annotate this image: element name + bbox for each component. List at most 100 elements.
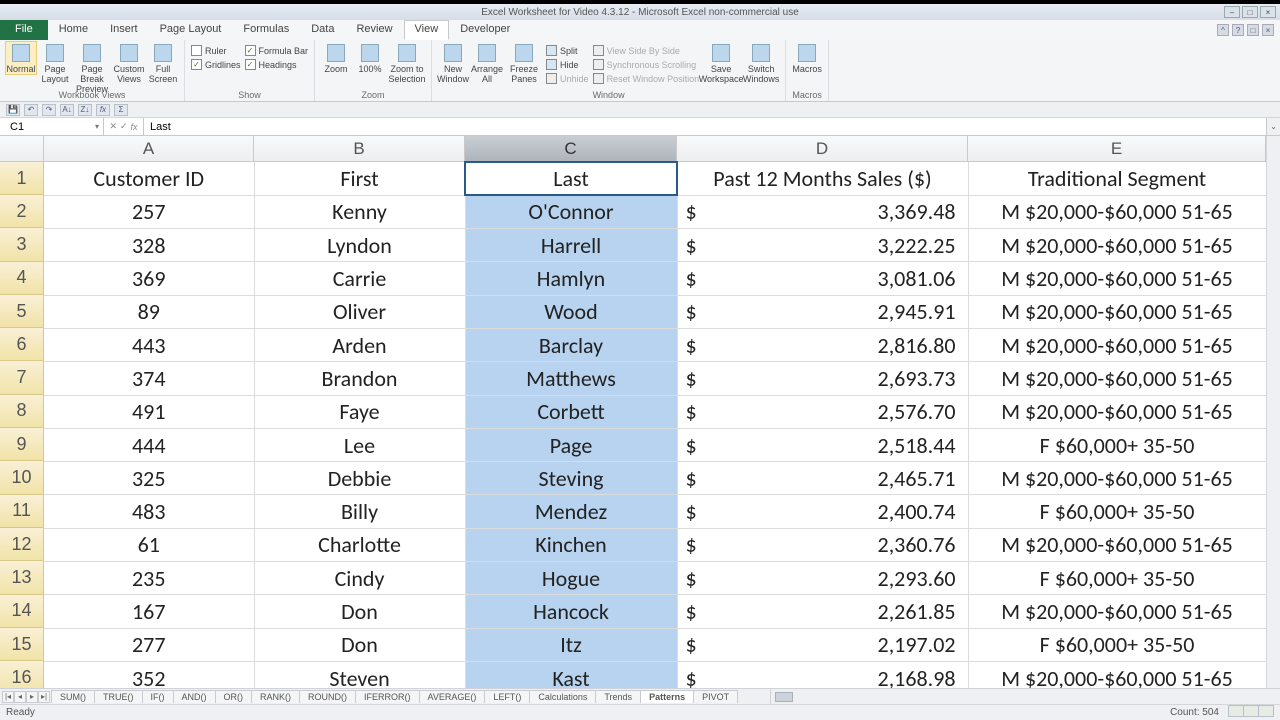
cell[interactable]: Barclay	[465, 328, 677, 361]
column-header-B[interactable]: B	[254, 136, 465, 162]
tab-review[interactable]: Review	[345, 20, 403, 40]
cell[interactable]: $2,197.02	[677, 628, 968, 661]
freeze-panes-button[interactable]: Freeze Panes	[506, 42, 542, 84]
tab-developer[interactable]: Developer	[449, 20, 521, 40]
tab-formulas[interactable]: Formulas	[232, 20, 300, 40]
column-header-D[interactable]: D	[677, 136, 968, 162]
cell[interactable]: $2,465.71	[677, 462, 968, 495]
header-cell[interactable]: First	[254, 162, 465, 195]
row-header-11[interactable]: 11	[0, 495, 44, 528]
row-header-10[interactable]: 10	[0, 461, 44, 494]
cell[interactable]: $2,693.73	[677, 362, 968, 395]
cell[interactable]: M $20,000-$60,000 51-65	[968, 295, 1266, 328]
row-header-15[interactable]: 15	[0, 628, 44, 661]
sheet-tab[interactable]: SUM()	[51, 690, 95, 703]
cell[interactable]: 352	[44, 661, 254, 688]
row-header-9[interactable]: 9	[0, 428, 44, 461]
sigma-icon[interactable]: Σ	[114, 104, 128, 116]
cell[interactable]: M $20,000-$60,000 51-65	[968, 229, 1266, 262]
cell[interactable]: Billy	[254, 495, 465, 528]
cell[interactable]: $2,293.60	[677, 562, 968, 595]
gridlines-checkbox[interactable]: ✓Gridlines	[191, 59, 241, 70]
cell[interactable]: $2,576.70	[677, 395, 968, 428]
sheet-tab[interactable]: AVERAGE()	[419, 690, 486, 703]
hide-button[interactable]: Hide	[546, 59, 589, 70]
formula-bar-checkbox[interactable]: ✓Formula Bar	[245, 45, 309, 56]
cell[interactable]: 277	[44, 628, 254, 661]
undo-icon[interactable]: ↶	[24, 104, 38, 116]
cell[interactable]: Debbie	[254, 462, 465, 495]
cell[interactable]: Harrell	[465, 229, 677, 262]
cell[interactable]: F $60,000+ 35-50	[968, 428, 1266, 461]
cell[interactable]: Carrie	[254, 262, 465, 295]
cell[interactable]: $3,369.48	[677, 195, 968, 228]
cell[interactable]: Lyndon	[254, 229, 465, 262]
cell[interactable]: M $20,000-$60,000 51-65	[968, 661, 1266, 688]
tab-file[interactable]: File	[0, 20, 48, 40]
formula-input[interactable]: Last	[144, 118, 1266, 135]
cell[interactable]: 483	[44, 495, 254, 528]
row-header-14[interactable]: 14	[0, 595, 44, 628]
fx-icon[interactable]: fx	[96, 104, 110, 116]
select-all-corner[interactable]	[0, 136, 44, 162]
minimize-button[interactable]: –	[1224, 6, 1240, 18]
sheet-tab[interactable]: IFERROR()	[355, 690, 420, 703]
sheet-tab[interactable]: PIVOT	[693, 690, 738, 703]
column-header-A[interactable]: A	[44, 136, 254, 162]
header-cell[interactable]: Traditional Segment	[968, 162, 1266, 195]
cell[interactable]: 369	[44, 262, 254, 295]
row-header-3[interactable]: 3	[0, 228, 44, 261]
cell[interactable]: Itz	[465, 628, 677, 661]
cell[interactable]: F $60,000+ 35-50	[968, 562, 1266, 595]
row-header-2[interactable]: 2	[0, 195, 44, 228]
cell[interactable]: 443	[44, 328, 254, 361]
zoom-selection-button[interactable]: Zoom to Selection	[389, 42, 425, 84]
column-header-C[interactable]: C	[465, 136, 677, 162]
help-icon[interactable]: ?	[1232, 24, 1244, 36]
header-cell[interactable]: Last	[465, 162, 677, 195]
row-header-1[interactable]: 1	[0, 162, 44, 195]
cell[interactable]: Hogue	[465, 562, 677, 595]
cell[interactable]: Wood	[465, 295, 677, 328]
row-header-4[interactable]: 4	[0, 262, 44, 295]
header-cell[interactable]: Past 12 Months Sales ($)	[677, 162, 968, 195]
cell[interactable]: Kinchen	[465, 528, 677, 561]
cell[interactable]: Brandon	[254, 362, 465, 395]
new-window-button[interactable]: New Window	[438, 42, 468, 84]
cell[interactable]: F $60,000+ 35-50	[968, 628, 1266, 661]
vertical-scrollbar[interactable]	[1266, 136, 1280, 688]
cell[interactable]: 89	[44, 295, 254, 328]
cell[interactable]: Cindy	[254, 562, 465, 595]
restore-icon[interactable]: □	[1247, 24, 1259, 36]
full-screen-button[interactable]: Full Screen	[148, 42, 178, 84]
row-header-5[interactable]: 5	[0, 295, 44, 328]
column-headers[interactable]: ABCDE	[44, 136, 1266, 162]
cell[interactable]: 444	[44, 428, 254, 461]
cell[interactable]: Hancock	[465, 595, 677, 628]
cell[interactable]: $2,360.76	[677, 528, 968, 561]
cell[interactable]: M $20,000-$60,000 51-65	[968, 528, 1266, 561]
row-header-7[interactable]: 7	[0, 361, 44, 394]
cell[interactable]: Don	[254, 628, 465, 661]
cell[interactable]: 257	[44, 195, 254, 228]
sheet-tab[interactable]: ROUND()	[299, 690, 356, 703]
close-workbook-icon[interactable]: ×	[1262, 24, 1274, 36]
cell[interactable]: $2,168.98	[677, 661, 968, 688]
cell[interactable]: Matthews	[465, 362, 677, 395]
cell[interactable]: Charlotte	[254, 528, 465, 561]
split-button[interactable]: Split	[546, 45, 589, 56]
cell[interactable]: Corbett	[465, 395, 677, 428]
arrange-all-button[interactable]: Arrange All	[472, 42, 502, 84]
normal-view-button[interactable]: Normal	[6, 42, 36, 74]
sheet-tab[interactable]: IF()	[142, 690, 174, 703]
cell[interactable]: $2,816.80	[677, 328, 968, 361]
maximize-button[interactable]: □	[1242, 6, 1258, 18]
cell[interactable]: 374	[44, 362, 254, 395]
cell[interactable]: M $20,000-$60,000 51-65	[968, 195, 1266, 228]
sort-asc-icon[interactable]: A↓	[60, 104, 74, 116]
cell[interactable]: Lee	[254, 428, 465, 461]
row-headers[interactable]: 12345678910111213141516	[0, 162, 44, 688]
row-header-16[interactable]: 16	[0, 661, 44, 688]
cell[interactable]: Kast	[465, 661, 677, 688]
cell[interactable]: M $20,000-$60,000 51-65	[968, 595, 1266, 628]
